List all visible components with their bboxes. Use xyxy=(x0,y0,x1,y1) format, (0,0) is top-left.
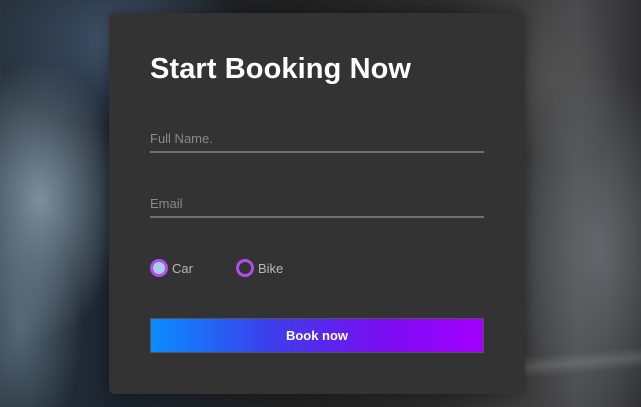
book-now-button[interactable]: Book now xyxy=(150,318,484,353)
radio-bike-button[interactable] xyxy=(236,259,254,277)
radio-bike-label: Bike xyxy=(258,260,284,276)
full-name-input[interactable] xyxy=(150,125,484,153)
radio-option-car[interactable]: Car xyxy=(150,259,193,277)
page-title: Start Booking Now xyxy=(150,53,412,85)
booking-card: Start Booking Now Car Bike Book now xyxy=(109,13,525,394)
radio-car-button[interactable] xyxy=(150,259,168,277)
radio-option-bike[interactable]: Bike xyxy=(236,259,283,277)
radio-car-label: Car xyxy=(172,260,193,276)
email-input[interactable] xyxy=(150,190,484,218)
